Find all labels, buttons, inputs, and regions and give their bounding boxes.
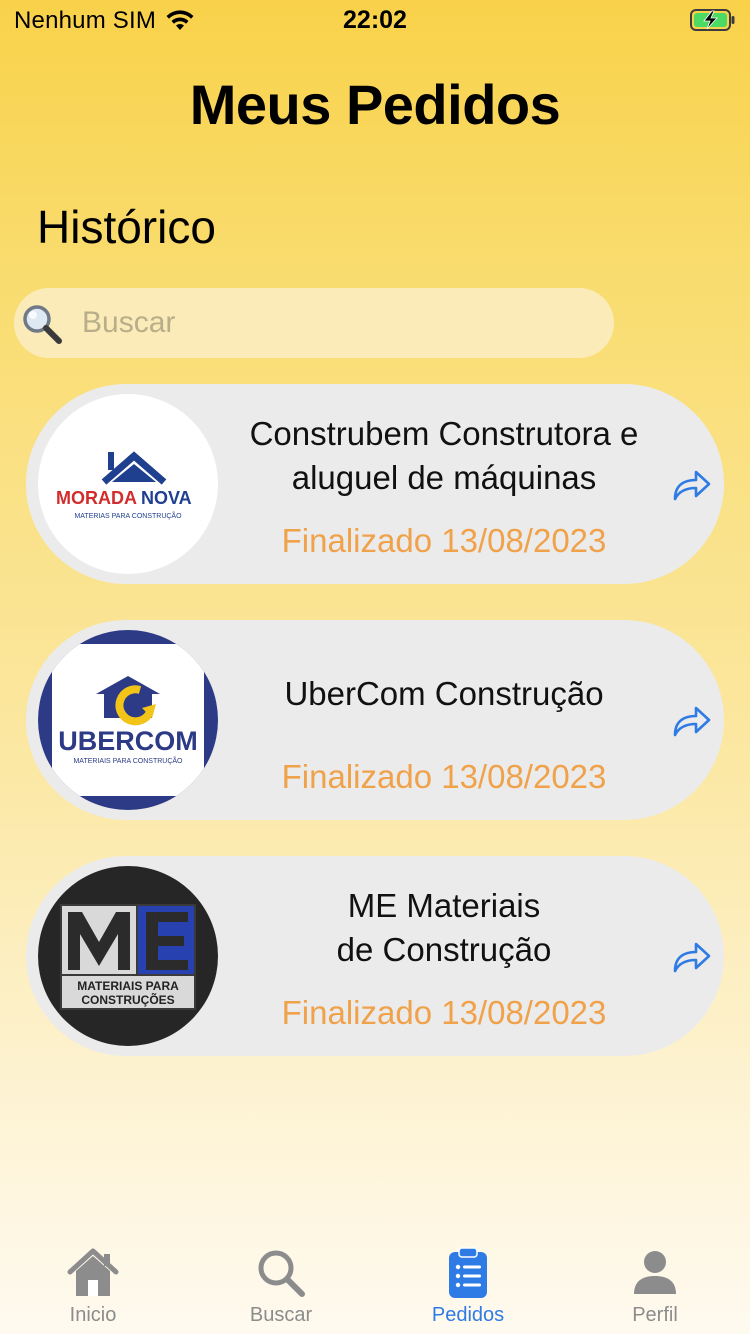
search-input[interactable] — [82, 288, 602, 358]
status-time: 22:02 — [343, 6, 407, 34]
order-store-name: ME Materiais de Construção — [336, 887, 552, 968]
tab-inicio[interactable]: Inicio — [18, 1234, 168, 1334]
order-status: Finalizado 13/08/2023 — [281, 758, 607, 795]
battery-charging-icon — [690, 9, 735, 31]
order-store-name: Construbem Construtora e aluguel de máqu… — [249, 415, 639, 496]
page-title: Meus Pedidos — [189, 73, 561, 136]
logo-brand: ME — [38, 866, 40, 867]
store-logo-morada-nova: MORADA NOVA MATERIAS PARA CONSTRUÇÃO — [38, 394, 218, 574]
tab-perfil[interactable]: Perfil — [580, 1234, 730, 1334]
tab-pedidos[interactable]: Pedidos — [393, 1234, 543, 1334]
logo-brand: UBERCOM — [58, 726, 198, 756]
clipboard-list-icon — [449, 1247, 487, 1298]
person-icon — [634, 1251, 676, 1294]
share-arrow-icon[interactable] — [672, 704, 712, 738]
search-icon — [258, 1250, 305, 1297]
logo-tagline-2: CONSTRUÇÕES — [81, 992, 174, 1007]
order-status: Finalizado 13/08/2023 — [281, 522, 607, 559]
tab-label: Inicio — [69, 1304, 117, 1326]
store-logo-ubercom: UBERCOM MATERIAIS PARA CONSTRUÇÃO — [38, 630, 218, 810]
tab-label: Perfil — [632, 1304, 678, 1326]
order-card[interactable]: MORADA NOVA MATERIAS PARA CONSTRUÇÃO Con… — [26, 384, 724, 584]
tab-label: Buscar — [249, 1304, 313, 1326]
logo-tagline: MATERIAS PARA CONSTRUÇÃO — [74, 511, 182, 520]
search-icon — [23, 305, 62, 344]
store-logo-me-materiais: MATERIAIS PARA CONSTRUÇÕES ME — [38, 866, 218, 1046]
order-card[interactable]: UBERCOM MATERIAIS PARA CONSTRUÇÃO UberCo… — [26, 620, 724, 820]
tab-label: Pedidos — [431, 1304, 505, 1326]
me-materiais-logo-icon: MATERIAIS PARA CONSTRUÇÕES ME — [38, 866, 196, 1010]
tab-buscar[interactable]: Buscar — [206, 1234, 356, 1334]
morada-nova-logo-icon: MORADA NOVA MATERIAS PARA CONSTRUÇÃO — [56, 451, 192, 520]
section-title: Histórico — [37, 201, 216, 253]
tab-bar: Inicio Buscar Pedidos Perfil — [0, 1234, 750, 1334]
logo-brand-accent: NOVA — [141, 488, 192, 508]
search-bar[interactable] — [14, 288, 614, 358]
home-icon — [67, 1248, 119, 1296]
order-card[interactable]: MATERIAIS PARA CONSTRUÇÕES ME ME Materia… — [26, 856, 724, 1056]
order-store-name: UberCom Construção — [284, 675, 604, 712]
share-arrow-icon[interactable] — [672, 468, 712, 502]
ubercom-logo-icon: UBERCOM MATERIAIS PARA CONSTRUÇÃO — [52, 644, 204, 796]
logo-brand-top: MORADA — [56, 488, 137, 508]
logo-tagline: MATERIAIS PARA CONSTRUÇÃO — [73, 756, 183, 765]
logo-tagline-1: MATERIAIS PARA — [77, 979, 179, 993]
share-arrow-icon[interactable] — [672, 940, 712, 974]
status-bar: Nenhum SIM 22:02 — [0, 0, 750, 40]
order-status: Finalizado 13/08/2023 — [281, 994, 607, 1031]
